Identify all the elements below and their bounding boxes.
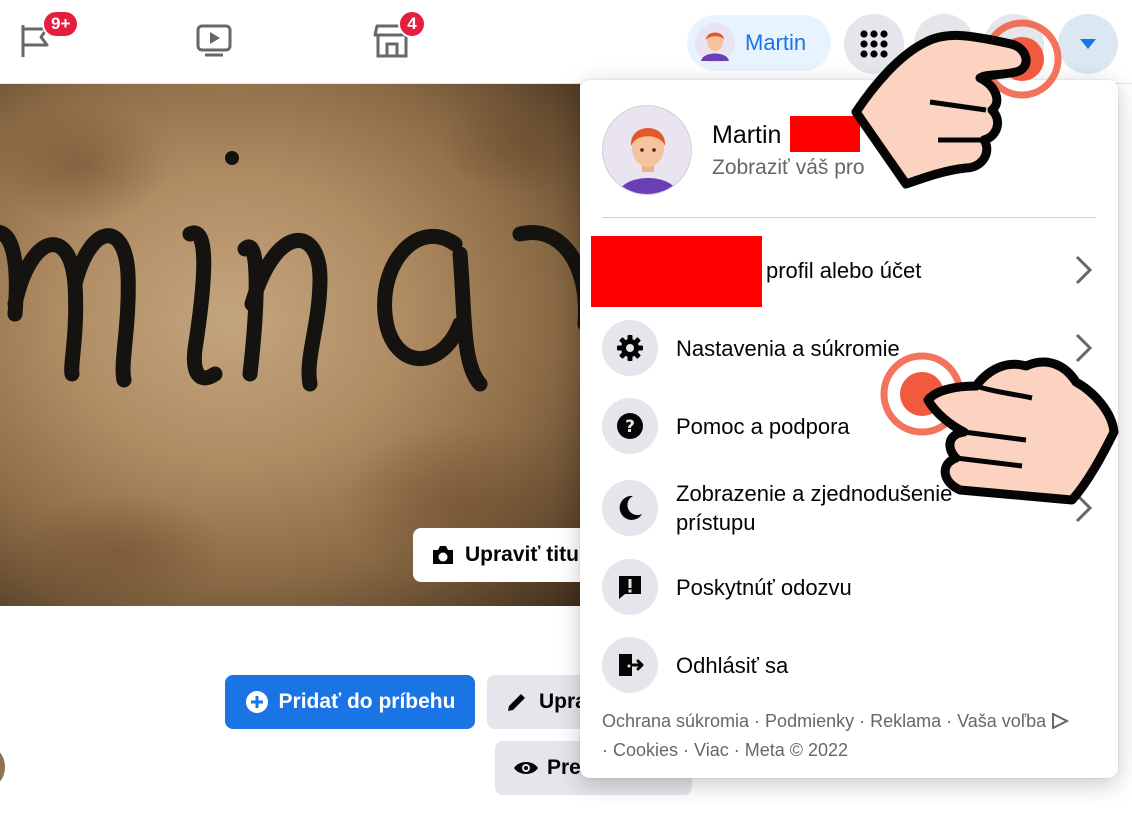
menu-divider: [602, 217, 1096, 218]
pencil-icon: [508, 694, 525, 711]
notification-badge: 9+: [42, 10, 80, 38]
notification-badge: 4: [398, 10, 426, 38]
marketplace-nav-button[interactable]: 4: [372, 10, 426, 60]
footer-links[interactable]: · Cookies · Viac · Meta © 2022: [602, 740, 848, 760]
avatar: [602, 105, 692, 195]
menu-footer: Ochrana súkromia · Podmienky · Reklama ·…: [602, 707, 1102, 765]
moon-icon: [602, 480, 658, 536]
video-play-icon: [196, 24, 232, 57]
eye-icon: [514, 762, 538, 774]
profile-shortcut-button[interactable]: Martin: [687, 15, 831, 71]
pages-nav-button[interactable]: 9+: [16, 10, 80, 60]
svg-text:?: ?: [625, 417, 635, 437]
profile-name: Martin: [745, 30, 807, 55]
menu-item-label: Odhlásiť sa: [676, 652, 789, 678]
avatar: [695, 23, 735, 63]
caret-down-icon: [1080, 39, 1096, 49]
feedback-icon: [602, 559, 658, 615]
camera-icon: [433, 546, 453, 564]
menu-item-label: Poskytnúť odozvu: [676, 574, 852, 600]
add-to-story-label: Pridať do príbehu: [278, 690, 456, 713]
add-to-story-button[interactable]: Pridať do príbehu: [225, 675, 475, 729]
pointing-hand-overlay: [880, 352, 1119, 505]
chevron-right-icon: [1075, 255, 1093, 285]
help-icon: ?: [602, 398, 658, 454]
menu-item-label: profil alebo účet: [766, 257, 922, 283]
edit-cover-label: Upraviť titu: [465, 543, 579, 566]
ad-choices-icon[interactable]: [1051, 712, 1070, 730]
watch-nav-button[interactable]: [194, 20, 234, 60]
logout-icon: [602, 637, 658, 693]
menu-item-feedback[interactable]: Poskytnúť odozvu: [602, 552, 1102, 622]
plus-circle-icon: [245, 691, 268, 713]
view-profile-link[interactable]: Zobraziť váš pro: [712, 156, 865, 180]
redaction-block: [591, 236, 762, 307]
menu-item-logout[interactable]: Odhlásiť sa: [602, 630, 1102, 700]
footer-links[interactable]: Ochrana súkromia · Podmienky · Reklama ·…: [602, 711, 1046, 731]
view-as-label: Pre: [547, 756, 581, 779]
gear-icon: [602, 320, 658, 376]
pointing-hand-overlay: [851, 19, 1062, 189]
avatar: [0, 745, 8, 789]
account-menu-button[interactable]: [1058, 14, 1118, 74]
